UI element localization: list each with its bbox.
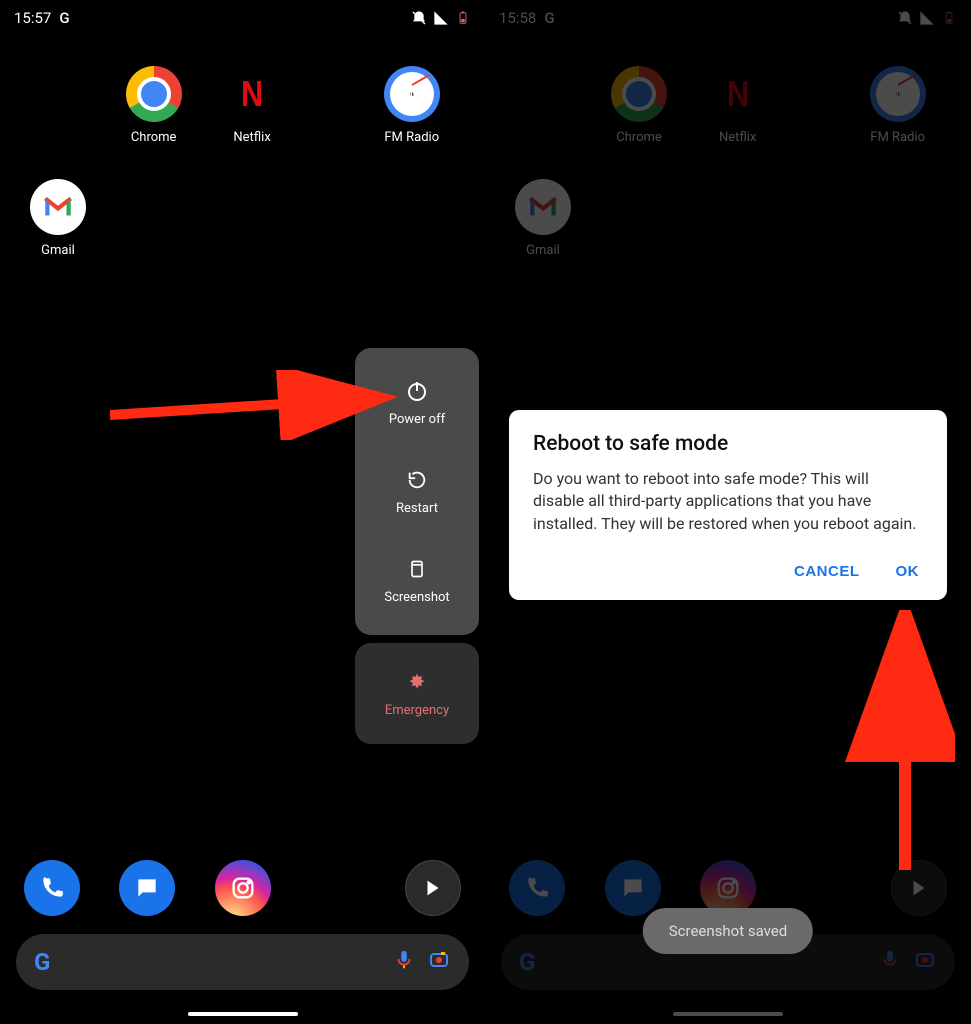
signal-icon (433, 10, 449, 26)
battery-icon (455, 10, 471, 26)
restart-label: Restart (396, 501, 438, 516)
emergency-icon (404, 669, 430, 695)
emergency-item[interactable]: Emergency (355, 643, 479, 744)
safe-mode-dialog: Reboot to safe mode Do you want to reboo… (509, 410, 947, 600)
chrome-icon (126, 66, 182, 122)
messages-app[interactable] (119, 860, 175, 916)
clock: 15:57 (14, 9, 51, 27)
app-fmradio[interactable]: FM FM Radio (375, 66, 449, 145)
cancel-button[interactable]: CANCEL (790, 557, 864, 586)
dnd-icon (411, 10, 427, 26)
power-off-item[interactable]: Power off (355, 358, 479, 447)
google-search-bar[interactable]: G (16, 934, 469, 990)
nav-indicator[interactable] (188, 1012, 298, 1016)
phone-app[interactable] (24, 860, 80, 916)
status-left: 15:57 G (14, 9, 70, 27)
app-label: Netflix (233, 130, 270, 145)
emergency-label: Emergency (385, 703, 449, 718)
home-apps: Chrome N Netflix FM FM Radio Gmail (0, 36, 485, 258)
app-label: Chrome (131, 130, 177, 145)
restart-icon (404, 467, 430, 493)
dock (0, 860, 485, 916)
netflix-icon: N (224, 66, 280, 122)
gmail-icon (30, 179, 86, 235)
screenshot-icon (404, 556, 430, 582)
power-menu-panel: Power off Restart Screenshot (355, 348, 479, 635)
restart-item[interactable]: Restart (355, 447, 479, 536)
play-store-app[interactable] (405, 860, 461, 916)
power-off-label: Power off (389, 412, 445, 427)
ok-button[interactable]: OK (892, 557, 924, 586)
dialog-body: Do you want to reboot into safe mode? Th… (533, 468, 923, 535)
power-menu: Power off Restart Screenshot Emergenc (355, 348, 479, 744)
status-bar: 15:57 G (0, 0, 485, 36)
fmradio-icon: FM (384, 66, 440, 122)
google-indicator: G (59, 9, 69, 27)
app-netflix[interactable]: N Netflix (215, 66, 289, 145)
app-label: Gmail (41, 243, 75, 258)
app-gmail[interactable]: Gmail (18, 179, 98, 258)
left-screenshot: 15:57 G Chrome N Netflix (0, 0, 485, 1024)
power-icon (404, 378, 430, 404)
google-logo-icon: G (34, 948, 50, 976)
instagram-app[interactable] (215, 860, 271, 916)
app-label: FM Radio (384, 130, 439, 145)
lens-icon[interactable] (427, 948, 451, 976)
status-right (411, 10, 471, 26)
emergency-panel: Emergency (355, 643, 479, 744)
app-chrome[interactable]: Chrome (116, 66, 190, 145)
dialog-title: Reboot to safe mode (533, 432, 923, 456)
screenshot-label: Screenshot (384, 590, 449, 605)
screenshot-item[interactable]: Screenshot (355, 536, 479, 625)
dialog-actions: CANCEL OK (533, 557, 923, 586)
right-screenshot: 15:58 G Chrome N Netflix (485, 0, 971, 1024)
screenshot-toast: Screenshot saved (643, 908, 813, 954)
mic-icon[interactable] (393, 949, 415, 975)
